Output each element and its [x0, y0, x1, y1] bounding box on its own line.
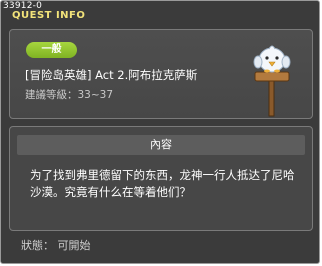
recommended-level: 建議等級：33~37: [25, 89, 114, 101]
quest-summary-panel: 一般 [冒险岛英雄] Act 2.阿布拉克萨斯 建議等級：33~37: [9, 29, 313, 119]
quest-description: 为了找到弗里德留下的东西，龙神一行人抵达了尼哈沙漠。究竟有什么在等着他们？: [30, 168, 295, 199]
quest-info-window: 33912-0 QUEST INFO 一般 [冒险岛英雄] Act 2.阿布拉克…: [0, 0, 320, 264]
window-title: QUEST INFO: [12, 10, 86, 21]
quest-content-panel: 內容 为了找到弗里德留下的东西，龙神一行人抵达了尼哈沙漠。究竟有什么在等着他们？: [9, 126, 313, 231]
quest-name: [冒险岛英雄] Act 2.阿布拉克萨斯: [25, 68, 198, 82]
penguin-sign-npc-icon: [242, 40, 302, 118]
quest-type-badge: 一般: [26, 42, 77, 58]
quest-status: 狀態： 可開始: [21, 239, 91, 252]
content-section-header: 內容: [17, 135, 305, 155]
